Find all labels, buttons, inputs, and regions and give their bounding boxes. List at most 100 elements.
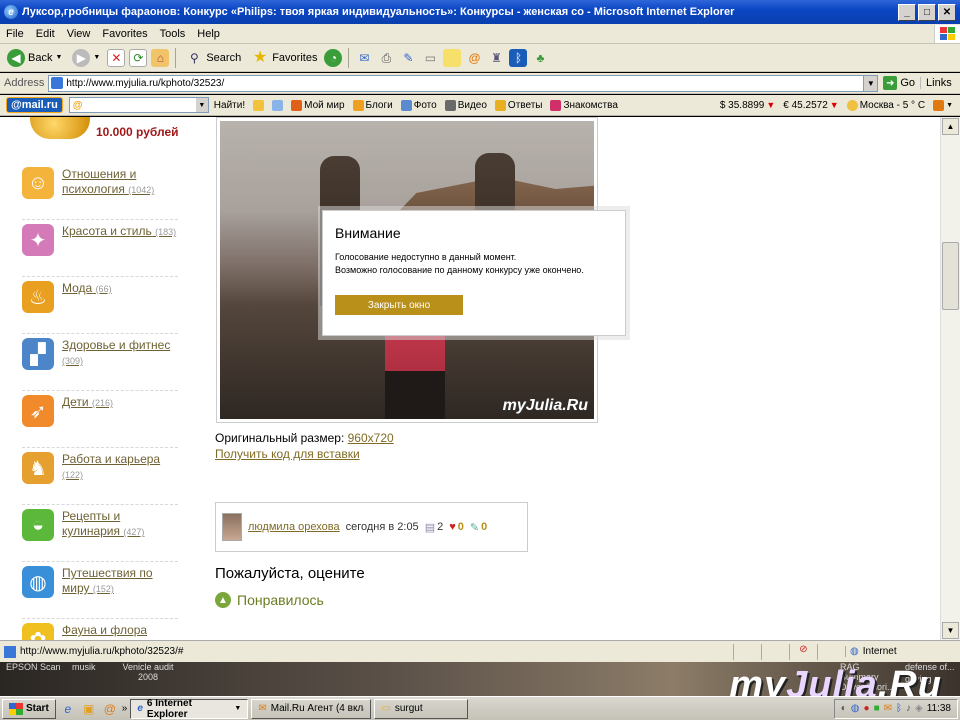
- tray-icon[interactable]: ◍: [851, 703, 860, 714]
- category-item[interactable]: ✦ Красота и стиль (183): [22, 220, 178, 277]
- back-button[interactable]: ◀ Back ▼: [4, 48, 65, 67]
- mailru-settings-icon[interactable]: ▼: [930, 99, 956, 111]
- close-button[interactable]: ✕: [938, 3, 956, 21]
- original-size-link[interactable]: 960x720: [348, 431, 394, 445]
- history-icon[interactable]: ◔: [324, 48, 343, 67]
- address-url[interactable]: http://www.myjulia.ru/kphoto/32523/: [66, 78, 860, 89]
- mailru-dating[interactable]: Знакомства: [547, 99, 620, 111]
- category-item[interactable]: ✿ Фауна и флора нашего дома (97): [22, 619, 178, 640]
- popup-blocker-icon[interactable]: ⊘: [789, 643, 817, 660]
- messenger-icon[interactable]: ♜: [487, 49, 505, 67]
- category-label[interactable]: Красота и стиль: [62, 224, 152, 238]
- category-link[interactable]: Рецепты и кулинария (427): [62, 509, 178, 540]
- go-button[interactable]: ➜ Go: [878, 76, 920, 90]
- tray-icon[interactable]: ◐: [841, 703, 847, 714]
- chevron-right-icon[interactable]: »: [122, 703, 128, 714]
- category-item[interactable]: ➶ Дети (216): [22, 391, 178, 448]
- search-button[interactable]: ⚲ Search: [182, 49, 244, 67]
- category-label[interactable]: Мода: [62, 281, 92, 295]
- security-zone[interactable]: ◍ Internet: [845, 646, 960, 657]
- desktop-icon-label[interactable]: EPSON Scan: [6, 662, 61, 672]
- globe-icon[interactable]: ◍: [22, 566, 54, 598]
- mail-quicklaunch-icon[interactable]: @: [101, 700, 119, 718]
- treadmill-icon[interactable]: ▞: [22, 338, 54, 370]
- taskbar-folder-surgut[interactable]: ▭ surgut: [374, 698, 469, 719]
- menu-favorites[interactable]: Favorites: [96, 28, 153, 40]
- avatar[interactable]: [222, 513, 242, 541]
- category-item[interactable]: ♞ Работа и карьера (122): [22, 448, 178, 505]
- category-link[interactable]: Дети (216): [62, 395, 113, 411]
- home-icon[interactable]: ⌂: [151, 48, 170, 67]
- desktop-icon-label[interactable]: musik: [72, 662, 96, 672]
- refresh-icon[interactable]: ⟳: [129, 48, 148, 67]
- pot-icon[interactable]: ◒: [22, 509, 54, 541]
- email-at-icon[interactable]: @: [465, 49, 483, 67]
- author-name-link[interactable]: людмила орехова: [248, 521, 340, 533]
- menu-edit[interactable]: Edit: [30, 28, 61, 40]
- tray-icon[interactable]: ♪: [906, 703, 911, 714]
- category-link[interactable]: Путешествия по миру (152): [62, 566, 178, 597]
- address-input[interactable]: http://www.myjulia.ru/kphoto/32523/ ▼: [48, 74, 879, 92]
- mailru-video[interactable]: Видео: [442, 99, 490, 111]
- menu-file[interactable]: File: [0, 28, 30, 40]
- edit-icon[interactable]: ✎: [399, 49, 417, 67]
- pencil-icon[interactable]: [250, 99, 267, 111]
- chevron-down-icon[interactable]: ▼: [863, 75, 878, 91]
- forward-button[interactable]: ▶ ▼: [69, 48, 103, 67]
- family-icon[interactable]: ☺: [22, 167, 54, 199]
- makeup-icon[interactable]: ✦: [22, 224, 54, 256]
- category-link[interactable]: Красота и стиль (183): [62, 224, 176, 240]
- flower-icon[interactable]: ✿: [22, 623, 54, 640]
- desktop-icon-label[interactable]: Venicle audit 2008: [118, 662, 178, 682]
- eur-rate[interactable]: € 45.2572 ▼: [780, 100, 841, 111]
- category-label[interactable]: Работа и карьера: [62, 452, 160, 466]
- tray-icon[interactable]: ✉: [884, 703, 892, 714]
- category-link[interactable]: Здоровье и фитнес (309): [62, 338, 178, 369]
- weather-widget[interactable]: Москва - 5 ° C: [844, 99, 928, 111]
- category-item[interactable]: ◍ Путешествия по миру (152): [22, 562, 178, 619]
- usd-rate[interactable]: $ 35.8899 ▼: [717, 100, 778, 111]
- window-titlebar[interactable]: e Луксор,гробницы фараонов: Конкурс «Phi…: [0, 0, 960, 24]
- mailru-blogs[interactable]: Блоги: [350, 99, 396, 111]
- vertical-scrollbar[interactable]: ▲ ▼: [940, 117, 960, 640]
- category-label[interactable]: Фауна и флора нашего дома: [62, 623, 147, 640]
- ie-quicklaunch-icon[interactable]: e: [59, 700, 77, 718]
- taskbar-mailru-agent[interactable]: ✉ Mail.Ru Агент (4 вкладки): [251, 698, 372, 719]
- links-button[interactable]: Links: [920, 77, 957, 89]
- category-item[interactable]: ☺ Отношения и психология (1042): [22, 163, 178, 220]
- bluetooth-icon[interactable]: ᛒ: [509, 48, 528, 67]
- category-label[interactable]: Рецепты и кулинария: [62, 509, 120, 538]
- category-item[interactable]: ♨ Мода (66): [22, 277, 178, 334]
- folder-quicklaunch-icon[interactable]: ▣: [80, 700, 98, 718]
- menu-view[interactable]: View: [61, 28, 97, 40]
- scroll-up-icon[interactable]: ▲: [942, 118, 959, 135]
- category-item[interactable]: ◒ Рецепты и кулинария (427): [22, 505, 178, 562]
- mail-icon[interactable]: ✉: [355, 49, 373, 67]
- start-button[interactable]: Start: [2, 698, 56, 719]
- mailru-search-input[interactable]: @ ▼: [68, 97, 209, 113]
- tray-icon[interactable]: ◈: [915, 703, 923, 714]
- category-link[interactable]: Отношения и психология (1042): [62, 167, 178, 198]
- category-link[interactable]: Работа и карьера (122): [62, 452, 178, 483]
- chevron-down-icon[interactable]: ▼: [195, 98, 208, 112]
- rocket-icon[interactable]: ➶: [22, 395, 54, 427]
- window-icon[interactable]: [269, 99, 286, 111]
- embed-code-link[interactable]: Получить код для вставки: [215, 447, 360, 461]
- tray-icon[interactable]: ᛒ: [896, 703, 902, 714]
- mailru-logo[interactable]: @mail.ru: [6, 97, 63, 113]
- maximize-button[interactable]: □: [918, 3, 936, 21]
- scroll-thumb[interactable]: [942, 242, 959, 310]
- stop-icon[interactable]: ✕: [107, 48, 126, 67]
- category-link[interactable]: Мода (66): [62, 281, 112, 297]
- menu-help[interactable]: Help: [191, 28, 226, 40]
- note-icon[interactable]: [443, 48, 462, 67]
- category-label[interactable]: Здоровье и фитнес: [62, 338, 170, 352]
- category-label[interactable]: Отношения и психология: [62, 167, 136, 196]
- mailru-answers[interactable]: Ответы: [492, 99, 546, 111]
- like-button[interactable]: ▲ Понравилось: [215, 592, 324, 608]
- perfume-icon[interactable]: ♨: [22, 281, 54, 313]
- taskbar-ie-group[interactable]: e 6 Internet Explorer ▼: [130, 698, 249, 720]
- favorites-button[interactable]: ★ Favorites: [248, 49, 320, 67]
- category-link[interactable]: Фауна и флора нашего дома (97): [62, 623, 178, 640]
- category-label[interactable]: Дети: [62, 395, 89, 409]
